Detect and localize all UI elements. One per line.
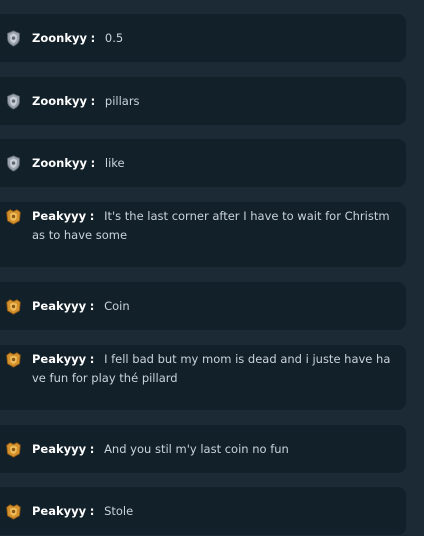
chat-message-list[interactable]: Zoonkyy : 0.5 Zoonkyy : pillars Zoonkyy … [0,0,424,536]
username-separator: : [90,93,96,108]
gold-rank-badge-icon [6,442,21,458]
chat-message: Peakyyy : It's the last corner after I h… [0,202,406,267]
username-separator: : [90,155,96,170]
chat-message-text: pillars [104,93,140,108]
chat-username[interactable]: Peakyyy [32,442,86,456]
username-separator: : [89,503,95,518]
chat-message-text: I fell bad but my mom is dead and i just… [32,352,391,385]
username-separator: : [89,209,95,223]
chat-message-text: It's the last corner after I have to wai… [32,209,390,242]
chat-username[interactable]: Peakyyy [32,299,86,313]
silver-rank-badge-icon [7,30,20,47]
gold-rank-badge-icon [6,504,21,520]
chat-username[interactable]: Peakyyy [32,352,86,366]
username-separator: : [89,441,95,456]
silver-rank-badge-icon [7,93,20,110]
gold-rank-badge-icon [6,299,21,315]
chat-message-text: Coin [104,298,130,313]
chat-message-text: 0.5 [104,30,124,45]
chat-username[interactable]: Peakyyy [32,209,86,223]
chat-message-text: Stole [104,503,134,518]
username-separator: : [89,352,95,366]
chat-message: Peakyyy : I fell bad but my mom is dead … [0,345,406,410]
chat-message: Zoonkyy : like [0,139,406,187]
chat-message: Peakyyy : And you stil m'y last coin no … [0,425,406,473]
chat-username[interactable]: Zoonkyy [32,94,87,108]
silver-rank-badge-icon [7,155,20,172]
chat-message: Zoonkyy : pillars [0,77,406,125]
chat-message: Zoonkyy : 0.5 [0,14,406,62]
chat-username[interactable]: Zoonkyy [32,31,87,45]
username-separator: : [89,298,95,313]
username-separator: : [90,30,96,45]
chat-username[interactable]: Zoonkyy [32,156,87,170]
gold-rank-badge-icon [6,352,21,368]
gold-rank-badge-icon [6,209,21,225]
chat-message-text: like [104,155,125,170]
chat-message: Peakyyy : Stole [0,487,406,535]
chat-message-text: And you stil m'y last coin no fun [104,441,289,456]
chat-message: Peakyyy : Coin [0,282,406,330]
chat-username[interactable]: Peakyyy [32,504,86,518]
